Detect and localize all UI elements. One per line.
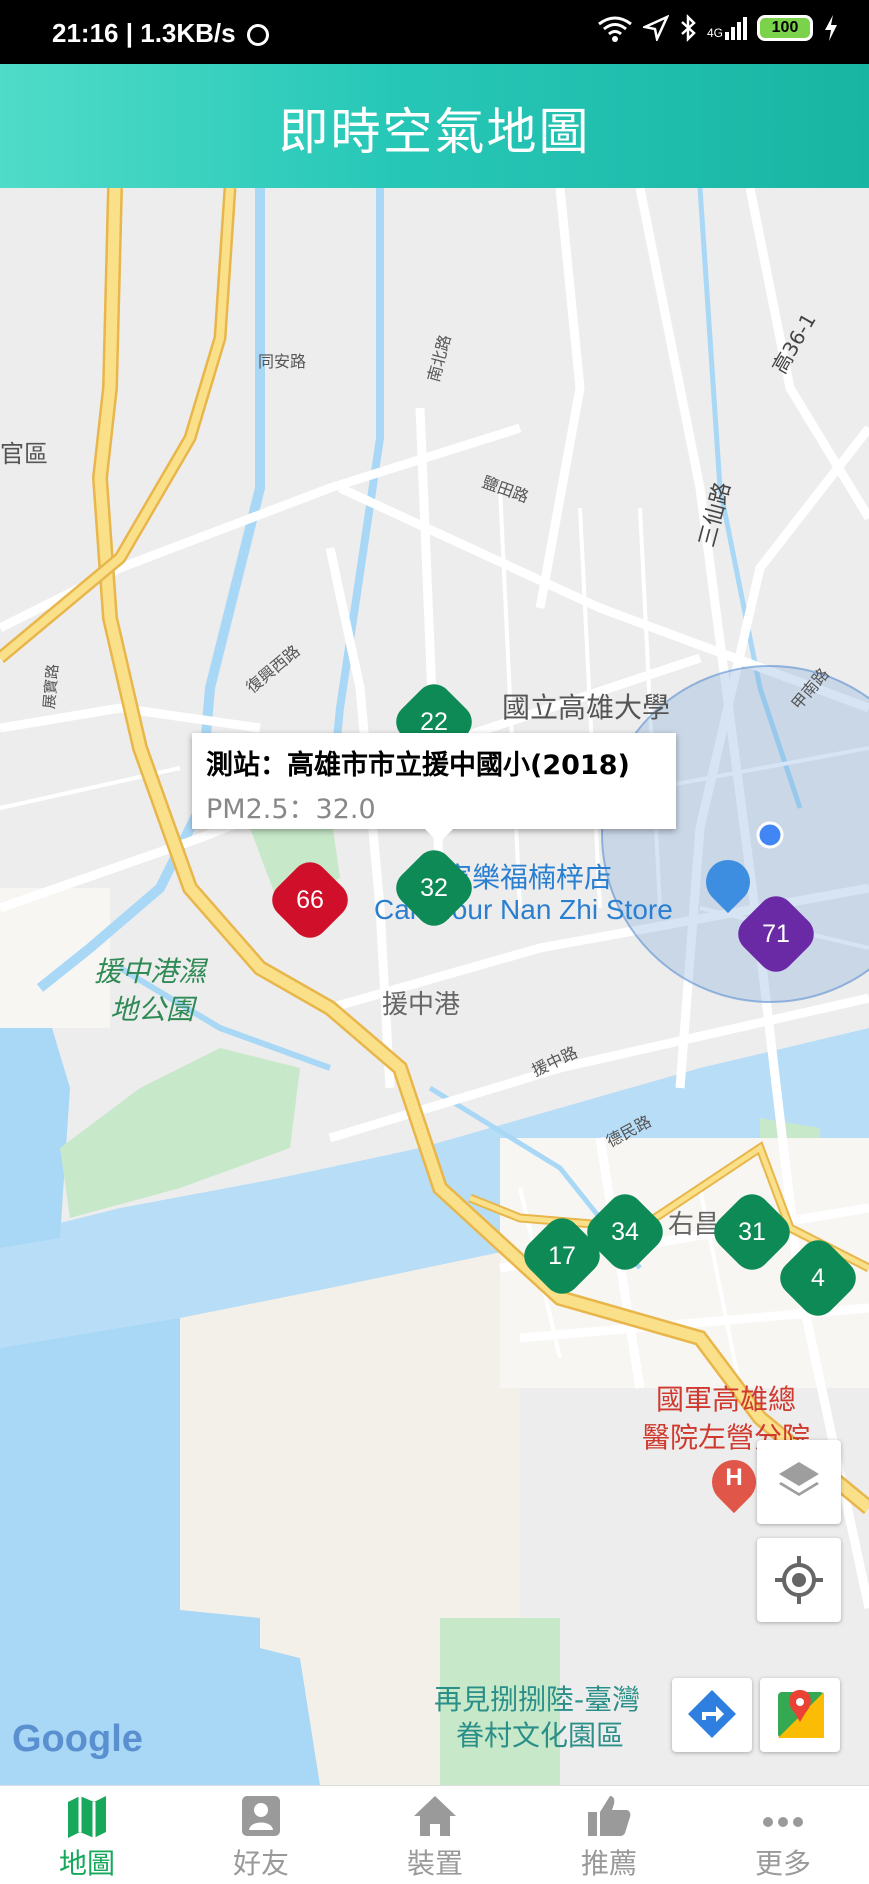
friend-icon — [242, 1796, 280, 1836]
directions-button[interactable] — [672, 1678, 752, 1752]
map-label-poi: 國立高雄大學 — [502, 691, 671, 724]
map-icon — [68, 1796, 106, 1838]
map-label-park: 眷村文化園區 — [456, 1719, 625, 1752]
aqi-value: 71 — [762, 920, 790, 948]
aqi-marker-selected[interactable]: 32 — [388, 842, 480, 934]
alarm-icon — [246, 24, 269, 47]
status-time-and-speed: 21:16 | 1.3KB/s — [52, 18, 269, 49]
layers-button[interactable] — [757, 1440, 841, 1524]
aqi-value: 4 — [811, 1264, 825, 1292]
battery-indicator: 100 — [757, 15, 813, 41]
app-header: 即時空氣地圖 — [0, 64, 869, 188]
hospital-letter: H — [725, 1464, 743, 1491]
charging-icon — [825, 15, 837, 41]
aqi-marker[interactable]: 66 — [264, 854, 356, 946]
map-view[interactable]: 同安路 南北路 鹽田路 三仙路 高36-1 官區 展寶路 復興西路 國立高雄大學… — [0, 188, 869, 1785]
wifi-icon — [598, 16, 632, 42]
google-maps-icon — [778, 1690, 824, 1738]
bottom-tab-bar: 地圖 好友 裝置 推薦 更多 — [0, 1785, 869, 1884]
tab-map[interactable]: 地圖 — [0, 1786, 174, 1884]
status-time: 21:16 — [52, 18, 119, 48]
tab-label: 地圖 — [58, 1847, 115, 1880]
my-location-button[interactable] — [757, 1538, 841, 1622]
tab-recommend[interactable]: 推薦 — [522, 1786, 696, 1884]
tab-friends[interactable]: 好友 — [174, 1786, 348, 1884]
network-type-label: 4G — [706, 25, 723, 40]
more-icon — [763, 1817, 803, 1827]
directions-icon — [688, 1690, 736, 1738]
tab-label: 更多 — [754, 1847, 811, 1880]
status-bar: 21:16 | 1.3KB/s 4G 100 — [0, 0, 869, 64]
home-icon — [414, 1796, 456, 1836]
map-label-park: 再見捌捌陸-臺灣 — [434, 1683, 641, 1716]
map-label-road: 同安路 — [258, 352, 307, 371]
crosshair-icon — [775, 1556, 823, 1604]
page-title: 即時空氣地圖 — [278, 103, 591, 161]
location-arrow-icon — [642, 15, 669, 41]
aqi-value: 32 — [420, 874, 448, 902]
signal-indicator: 4G — [706, 16, 747, 40]
map-label-road: 展寶路 — [40, 663, 62, 710]
map-label-poi: 國軍高雄總 — [656, 1383, 797, 1416]
bluetooth-icon — [681, 14, 696, 42]
map-label-area: 援中港 — [382, 990, 461, 1020]
tab-more[interactable]: 更多 — [696, 1786, 869, 1884]
station-name: 測站：高雄市市立援中國小(2018) — [206, 750, 630, 781]
network-speed: 1.3KB/s — [140, 18, 236, 48]
thumbs-up-icon — [588, 1796, 631, 1836]
map-label-area: 官區 — [0, 440, 48, 468]
open-google-maps-button[interactable] — [760, 1678, 840, 1752]
aqi-marker[interactable]: 4 — [772, 1232, 864, 1324]
tab-label: 推薦 — [580, 1847, 637, 1880]
google-logo: Google — [12, 1718, 143, 1760]
layers-icon — [779, 1462, 819, 1496]
aqi-value: 66 — [296, 886, 324, 914]
station-info-window[interactable]: 測站：高雄市市立援中國小(2018) PM2.5：32.0 — [192, 733, 676, 843]
tab-label: 好友 — [232, 1847, 289, 1880]
map-label-park: 援中港濕 — [94, 955, 207, 988]
map-label-park: 地公園 — [110, 993, 195, 1026]
pm25-reading: PM2.5：32.0 — [206, 794, 376, 825]
aqi-marker[interactable]: 34 — [579, 1186, 671, 1278]
aqi-value: 34 — [611, 1218, 639, 1246]
aqi-marker[interactable]: 71 — [730, 888, 822, 980]
tab-devices[interactable]: 裝置 — [348, 1786, 522, 1884]
tab-label: 裝置 — [406, 1847, 463, 1880]
